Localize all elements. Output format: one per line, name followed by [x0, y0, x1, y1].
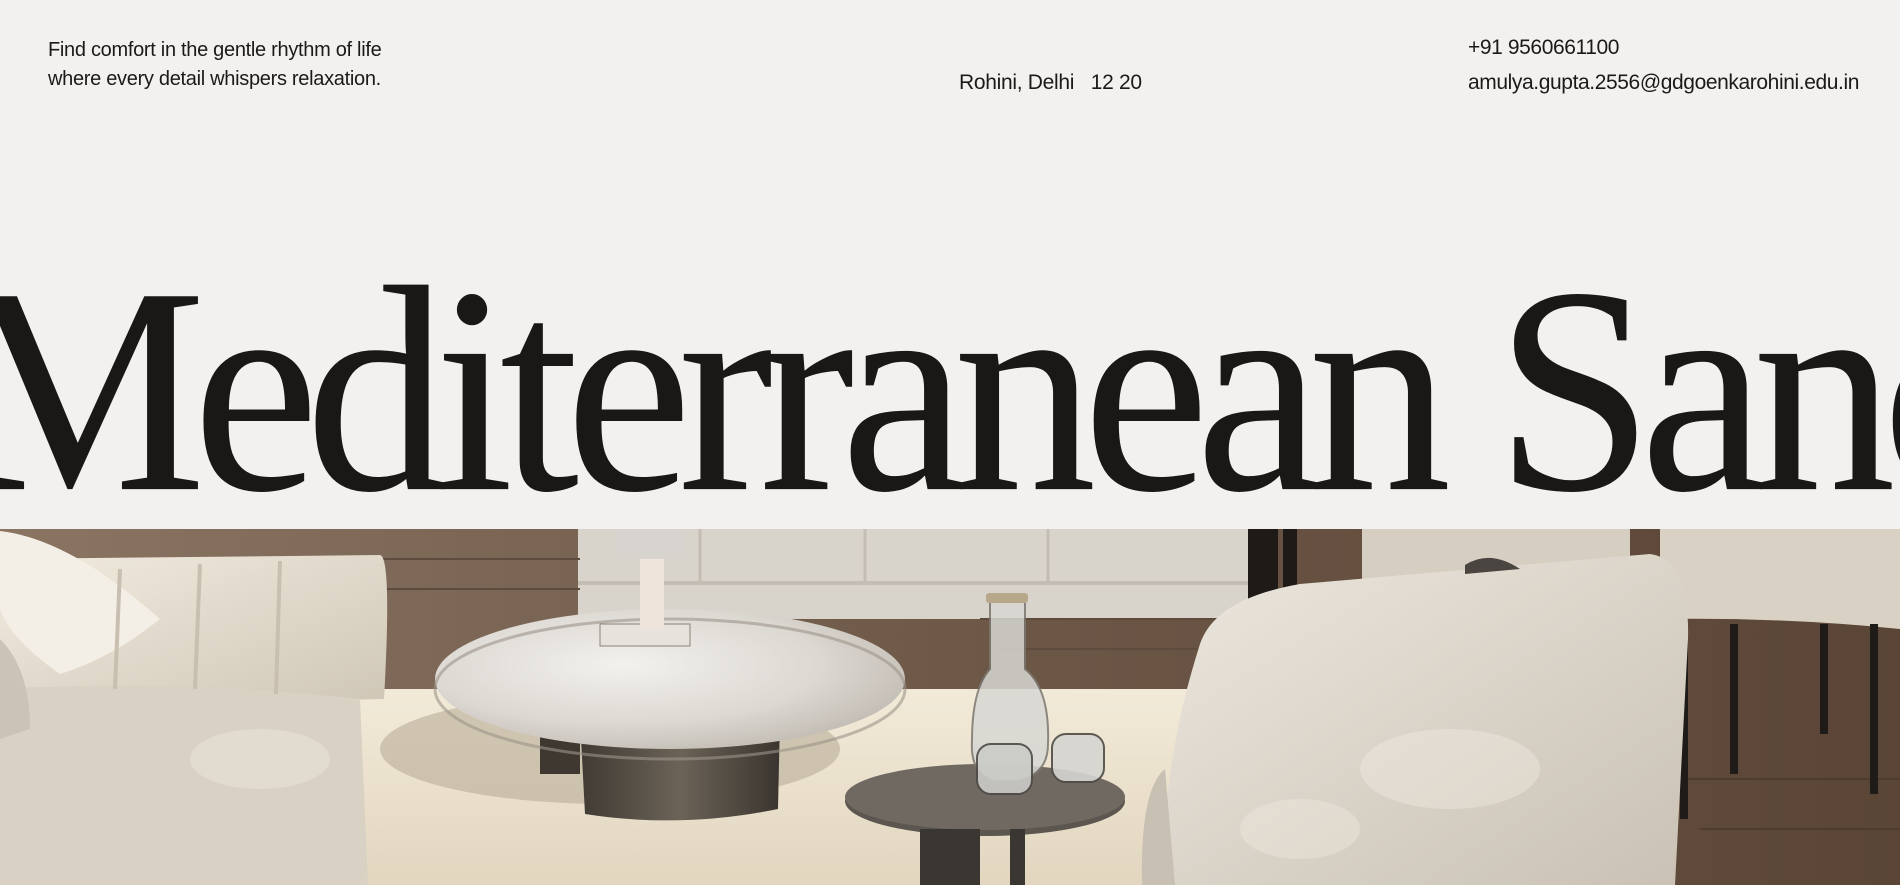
tagline-line-1: Find comfort in the gentle rhythm of lif…: [48, 39, 382, 61]
phone-link[interactable]: +91 9560661100: [1468, 36, 1859, 71]
contact-info: +91 9560661100 amulya.gupta.2556@gdgoenk…: [1468, 36, 1859, 95]
hero-title: Mediterranean Sanctuary: [0, 226, 1900, 553]
living-room-photo: [0, 529, 1900, 885]
top-bar: Find comfort in the gentle rhythm of lif…: [0, 0, 1900, 140]
location-text: Rohini, Delhi 12 20: [959, 71, 1142, 94]
tagline-line-2: where every detail whispers relaxation.: [48, 68, 381, 90]
email-link[interactable]: amulya.gupta.2556@gdgoenkarohini.edu.in: [1468, 71, 1859, 95]
tagline: Find comfort in the gentle rhythm of lif…: [48, 36, 468, 94]
page: Find comfort in the gentle rhythm of lif…: [0, 0, 1900, 885]
